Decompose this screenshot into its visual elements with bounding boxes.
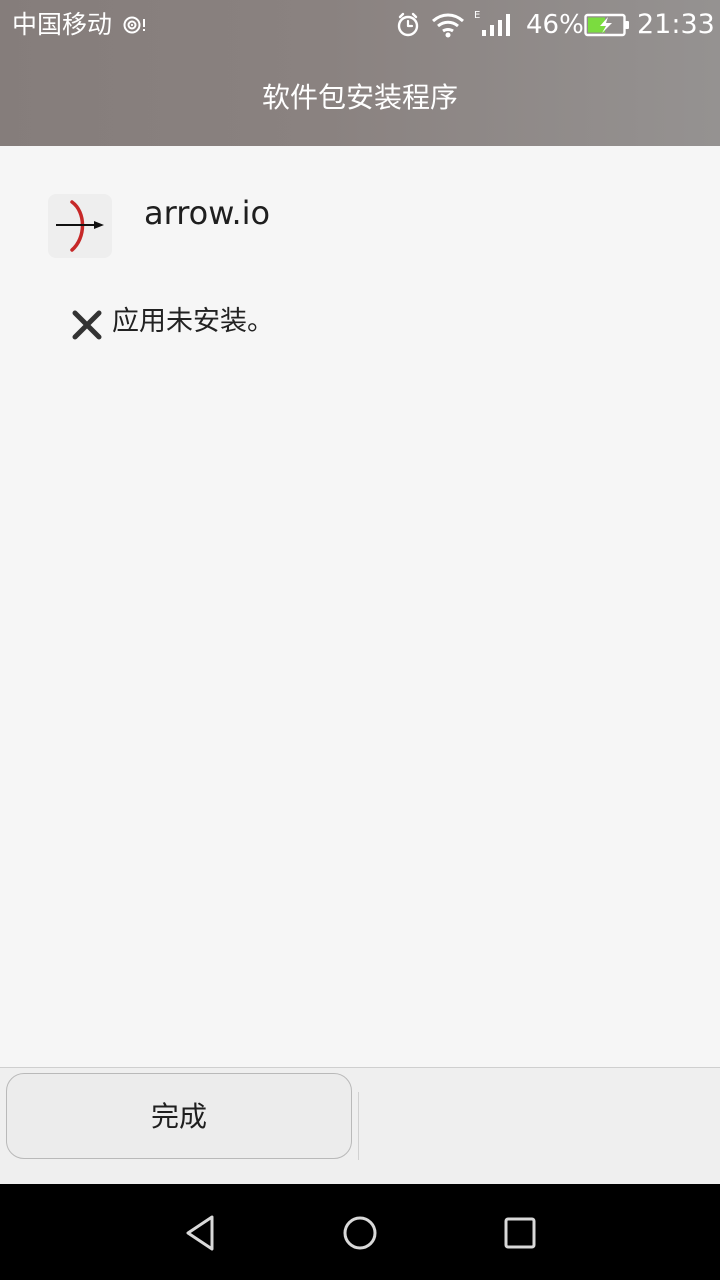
clock: 21:33 — [637, 9, 715, 40]
hotspot-icon — [123, 16, 145, 34]
wifi-icon — [432, 13, 464, 38]
alarm-icon — [397, 12, 419, 37]
close-icon — [72, 310, 102, 340]
cellular-signal-icon: E — [474, 10, 510, 36]
battery-percent: 46% — [526, 10, 584, 40]
install-result-panel: arrow.io 应用未安装。 — [0, 146, 720, 1068]
action-bar: 完成 — [0, 1067, 720, 1184]
carrier-name: 中国移动 — [12, 10, 113, 39]
package-installer-screen: 中国移动 E 46% 21:33 软件包安装程序 arrow.io 应用未安装。… — [0, 0, 720, 1280]
arrow-io-app-icon — [48, 194, 112, 258]
app-name: arrow.io — [144, 194, 271, 232]
network-type-label: E — [474, 10, 480, 21]
header: 中国移动 E 46% 21:33 软件包安装程序 — [0, 0, 720, 146]
bow-arrow-icon — [56, 200, 104, 252]
back-icon[interactable] — [180, 1212, 222, 1254]
install-status-message: 应用未安装。 — [112, 306, 274, 337]
page-title: 软件包安装程序 — [261, 81, 458, 114]
system-navigation-bar — [0, 1184, 720, 1280]
home-icon[interactable] — [339, 1212, 381, 1254]
recent-apps-icon[interactable] — [499, 1212, 541, 1254]
battery-charging-icon — [584, 13, 629, 37]
done-button[interactable]: 完成 — [6, 1073, 352, 1159]
status-bar: 中国移动 E 46% 21:33 — [0, 0, 720, 50]
action-divider — [358, 1092, 359, 1160]
